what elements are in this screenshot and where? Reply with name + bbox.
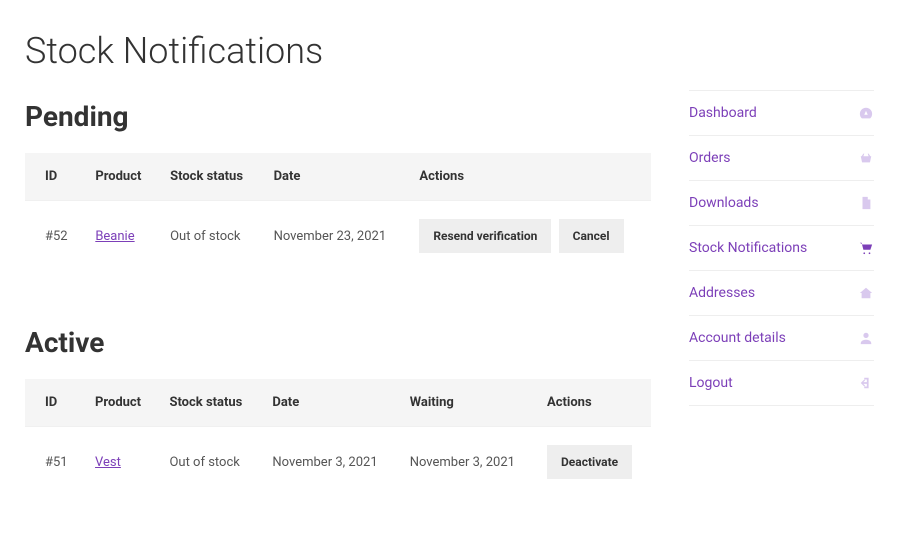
col-product: Product: [83, 153, 158, 201]
product-link[interactable]: Beanie: [95, 229, 134, 244]
active-heading: Active: [25, 326, 651, 359]
sidebar-item-label: Addresses: [689, 285, 755, 301]
cart-icon: [858, 240, 874, 256]
sidebar-item-label: Stock Notifications: [689, 240, 807, 256]
sidebar-item-stock-notifications[interactable]: Stock Notifications: [689, 225, 874, 270]
col-actions: Actions: [407, 153, 651, 201]
table-row: #52 Beanie Out of stock November 23, 202…: [25, 201, 651, 272]
cell-date: November 3, 2021: [260, 427, 397, 498]
nav-list: Dashboard Orders Downloads Stock Notific…: [689, 90, 874, 406]
cell-id: #51: [25, 427, 83, 498]
sidebar-item-orders[interactable]: Orders: [689, 135, 874, 180]
cell-stock: Out of stock: [158, 201, 261, 272]
file-icon: [858, 195, 874, 211]
pending-section: Pending ID Product Stock status Date Act…: [25, 100, 651, 271]
col-product: Product: [83, 379, 157, 427]
table-header-row: ID Product Stock status Date Actions: [25, 153, 651, 201]
deactivate-button[interactable]: Deactivate: [547, 445, 632, 479]
logout-icon: [858, 375, 874, 391]
cell-id: #52: [25, 201, 83, 272]
account-sidebar: Dashboard Orders Downloads Stock Notific…: [689, 30, 874, 552]
table-row: #51 Vest Out of stock November 3, 2021 N…: [25, 427, 651, 498]
col-stock: Stock status: [157, 379, 260, 427]
table-header-row: ID Product Stock status Date Waiting Act…: [25, 379, 651, 427]
cell-product: Vest: [83, 427, 157, 498]
pending-heading: Pending: [25, 100, 651, 133]
user-icon: [858, 330, 874, 346]
sidebar-item-label: Account details: [689, 330, 786, 346]
sidebar-item-label: Dashboard: [689, 105, 757, 121]
product-link[interactable]: Vest: [95, 455, 121, 470]
page-title: Stock Notifications: [25, 30, 651, 72]
col-date: Date: [260, 379, 397, 427]
sidebar-item-label: Orders: [689, 150, 731, 166]
cancel-button[interactable]: Cancel: [559, 219, 624, 253]
cell-actions: Deactivate: [535, 427, 651, 498]
sidebar-item-account-details[interactable]: Account details: [689, 315, 874, 360]
col-actions: Actions: [535, 379, 651, 427]
sidebar-item-logout[interactable]: Logout: [689, 360, 874, 406]
sidebar-item-label: Logout: [689, 375, 733, 391]
cell-actions: Resend verification Cancel: [407, 201, 651, 272]
sidebar-item-downloads[interactable]: Downloads: [689, 180, 874, 225]
pending-table: ID Product Stock status Date Actions #52…: [25, 153, 651, 271]
sidebar-item-label: Downloads: [689, 195, 759, 211]
active-table: ID Product Stock status Date Waiting Act…: [25, 379, 651, 497]
home-icon: [858, 285, 874, 301]
col-stock: Stock status: [158, 153, 261, 201]
resend-verification-button[interactable]: Resend verification: [419, 219, 551, 253]
cell-date: November 23, 2021: [262, 201, 408, 272]
col-waiting: Waiting: [398, 379, 535, 427]
cell-product: Beanie: [83, 201, 158, 272]
col-date: Date: [262, 153, 408, 201]
active-section: Active ID Product Stock status Date Wait…: [25, 326, 651, 497]
main-content: Stock Notifications Pending ID Product S…: [25, 30, 651, 552]
col-id: ID: [25, 379, 83, 427]
cell-stock: Out of stock: [157, 427, 260, 498]
sidebar-item-dashboard[interactable]: Dashboard: [689, 90, 874, 135]
basket-icon: [858, 150, 874, 166]
cell-waiting: November 3, 2021: [398, 427, 535, 498]
col-id: ID: [25, 153, 83, 201]
dashboard-icon: [858, 105, 874, 121]
sidebar-item-addresses[interactable]: Addresses: [689, 270, 874, 315]
